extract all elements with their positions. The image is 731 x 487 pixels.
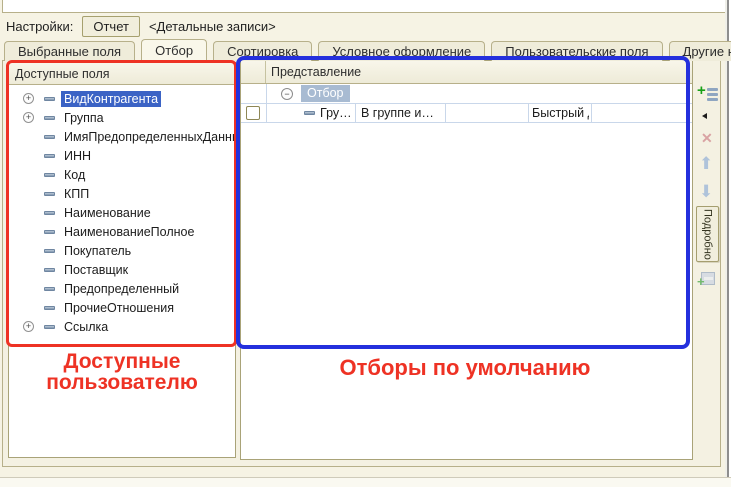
grid-line xyxy=(355,104,356,122)
field-icon xyxy=(44,116,55,120)
field-icon xyxy=(44,154,55,158)
choose-group-icon[interactable]: + xyxy=(699,272,716,288)
field-icon xyxy=(44,325,55,329)
view-column-header: Представление xyxy=(266,61,692,83)
filters-toolbar: + ✕ ⬆ ⬇ Подробно + xyxy=(694,60,721,467)
tree-item-label[interactable]: ВидКонтрагента xyxy=(61,91,161,107)
view-column-header-label: Представление xyxy=(271,65,361,79)
window-bottom-strip xyxy=(0,477,731,487)
expand-icon[interactable]: + xyxy=(23,93,34,104)
add-filter-icon[interactable]: + xyxy=(698,86,718,104)
move-down-icon[interactable]: ⬇ xyxy=(699,182,713,202)
grid-line xyxy=(445,104,446,122)
detail-button[interactable]: Подробно xyxy=(696,206,719,262)
tree-item-label[interactable]: Группа xyxy=(61,110,107,126)
tree-item-label[interactable]: ПрочиеОтношения xyxy=(61,300,177,316)
tree-item-label[interactable]: Ссылка xyxy=(61,319,111,335)
tree-item-label[interactable]: Наименование xyxy=(61,205,154,221)
grid-line xyxy=(528,104,529,122)
tree-item-label[interactable]: ИНН xyxy=(61,148,94,164)
grid-line xyxy=(591,104,592,122)
report-settings-window: Настройки: Отчет <Детальные записи> Выбр… xyxy=(0,0,731,487)
tree-item[interactable]: Покупатель xyxy=(9,241,235,260)
filter-group-row[interactable]: − Отбор xyxy=(241,84,692,104)
settings-row: Настройки: Отчет <Детальные записи> xyxy=(6,15,276,37)
report-variant-label: <Детальные записи> xyxy=(149,19,276,34)
field-icon xyxy=(44,249,55,253)
filter-enabled-checkbox[interactable] xyxy=(246,106,260,120)
field-icon xyxy=(44,135,55,139)
settings-label: Настройки: xyxy=(6,19,73,34)
plus-glyph: + xyxy=(697,82,706,99)
tab[interactable]: Отбор xyxy=(141,39,207,61)
field-icon xyxy=(44,192,55,196)
report-button[interactable]: Отчет xyxy=(82,16,140,37)
delete-icon[interactable]: ✕ xyxy=(701,130,713,147)
tree-item-label[interactable]: НаименованиеПолное xyxy=(61,224,197,240)
filter-group-label[interactable]: Отбор xyxy=(301,85,350,102)
filters-grid-header: Представление xyxy=(241,61,692,84)
tree-item-label[interactable]: ИмяПредопределенныхДанных xyxy=(61,129,235,145)
tree-item[interactable]: + ВидКонтрагента xyxy=(9,89,235,108)
expand-icon[interactable]: + xyxy=(23,112,34,123)
tree-item[interactable]: ПрочиеОтношения xyxy=(9,298,235,317)
move-up-icon[interactable]: ⬆ xyxy=(699,154,713,174)
tree-item[interactable]: + Группа xyxy=(9,108,235,127)
plus-glyph: + xyxy=(697,274,705,289)
filter-row[interactable]: Гру… В группе и… Быстрый д… xyxy=(241,104,692,123)
window-right-edge xyxy=(725,0,731,487)
field-icon xyxy=(44,287,55,291)
available-fields-header: Доступные поля xyxy=(9,63,235,85)
tab[interactable]: Условное оформление xyxy=(318,41,485,61)
field-icon xyxy=(304,111,315,115)
tree-item[interactable]: Поставщик xyxy=(9,260,235,279)
tree-item[interactable]: КПП xyxy=(9,184,235,203)
collapse-icon[interactable]: − xyxy=(281,88,293,100)
tab[interactable]: Сортировка xyxy=(213,41,312,61)
tree-item[interactable]: Код xyxy=(9,165,235,184)
field-icon xyxy=(44,211,55,215)
field-icon xyxy=(44,268,55,272)
field-icon xyxy=(44,173,55,177)
expand-icon[interactable]: + xyxy=(23,321,34,332)
field-icon xyxy=(44,306,55,310)
tree-item[interactable]: ИНН xyxy=(9,146,235,165)
field-icon xyxy=(44,230,55,234)
tree-item[interactable]: Наименование xyxy=(9,203,235,222)
tree-item-label[interactable]: Поставщик xyxy=(61,262,131,278)
available-fields-header-label: Доступные поля xyxy=(15,67,110,81)
filter-condition-cell[interactable]: В группе и… xyxy=(361,106,443,120)
settings-tabs: Выбранные поля Отбор Сортировка Условное оф… xyxy=(4,39,731,61)
tree-item-label[interactable]: КПП xyxy=(61,186,92,202)
filters-panel: Представление − Отбор Гру… В группе и… Б… xyxy=(240,60,693,460)
tree-item-label[interactable]: Предопределенный xyxy=(61,281,182,297)
top-panel-remnant xyxy=(2,0,726,13)
tree-item[interactable]: Предопределенный xyxy=(9,279,235,298)
filter-quick-access-cell[interactable]: Быстрый д… xyxy=(532,106,589,120)
available-fields-panel: Доступные поля + ВидКонтрагента + Группа Имя… xyxy=(8,62,236,458)
filter-field-cell[interactable]: Гру… xyxy=(320,106,353,120)
available-fields-tree[interactable]: + ВидКонтрагента + Группа ИмяПредопределенны… xyxy=(9,86,235,457)
tab[interactable]: Выбранные поля xyxy=(4,41,135,61)
checkbox-column-header xyxy=(241,61,266,83)
list-bars-glyph xyxy=(707,88,718,101)
field-icon xyxy=(44,97,55,101)
add-dropdown-icon[interactable] xyxy=(702,113,707,119)
tree-item[interactable]: + Ссылка xyxy=(9,317,235,336)
tree-item-label[interactable]: Код xyxy=(61,167,88,183)
tab[interactable]: Другие настройки xyxy=(669,41,731,61)
tree-item[interactable]: ИмяПредопределенныхДанных xyxy=(9,127,235,146)
tree-item-label[interactable]: Покупатель xyxy=(61,243,134,259)
tab[interactable]: Пользовательские поля xyxy=(491,41,662,61)
tree-item[interactable]: НаименованиеПолное xyxy=(9,222,235,241)
